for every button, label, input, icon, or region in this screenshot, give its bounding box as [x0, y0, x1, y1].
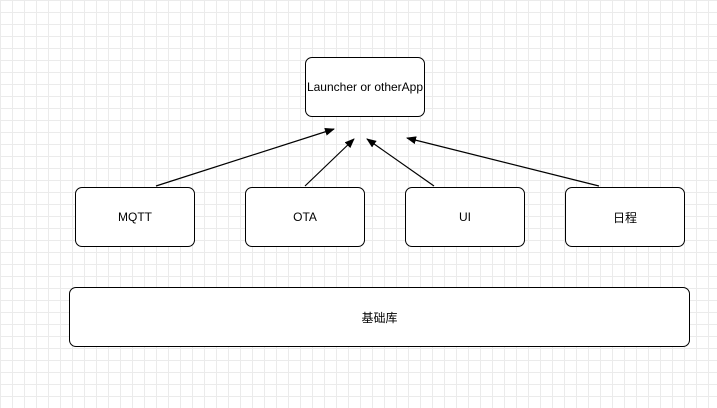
node-launcher[interactable]: Launcher or otherApp	[305, 57, 425, 117]
node-base-library[interactable]: 基础库	[69, 287, 690, 347]
node-schedule-label: 日程	[612, 210, 637, 225]
node-ota[interactable]: OTA	[245, 187, 365, 247]
node-mqtt[interactable]: MQTT	[75, 187, 195, 247]
node-mqtt-label: MQTT	[118, 210, 152, 224]
node-ota-label: OTA	[293, 210, 317, 224]
node-ui-label: UI	[459, 210, 471, 224]
edge-ui-to-launcher	[366, 138, 435, 187]
edge-ota-to-launcher	[304, 138, 355, 187]
node-schedule[interactable]: 日程	[565, 187, 685, 247]
edge-schedule-to-launcher	[406, 136, 600, 187]
node-ui[interactable]: UI	[405, 187, 525, 247]
node-launcher-label: Launcher or otherApp	[306, 80, 424, 94]
diagram-canvas: Launcher or otherApp MQTT OTA UI 日程 基础库	[0, 0, 717, 408]
node-base-library-label: 基础库	[361, 310, 398, 325]
edge-mqtt-to-launcher	[155, 127, 335, 187]
